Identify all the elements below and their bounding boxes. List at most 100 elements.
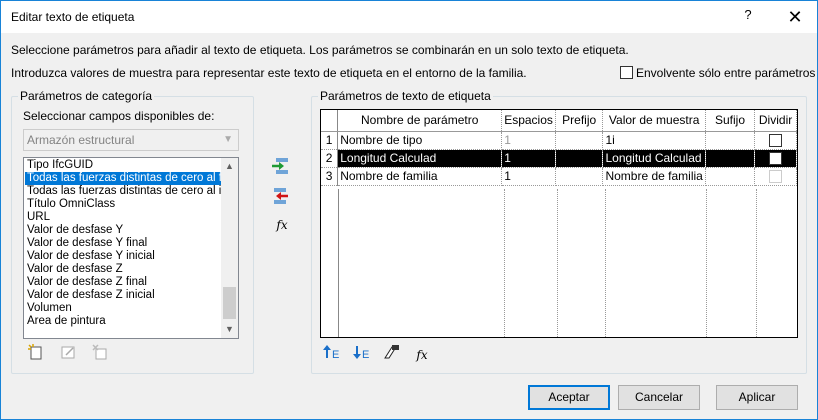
move-down-icon: E (353, 346, 369, 361)
column-header: Prefijo (555, 110, 604, 132)
list-item[interactable]: URL (25, 211, 222, 224)
split-cell[interactable] (754, 167, 797, 186)
table-header-row: Nombre de parámetro Espacios Prefijo Valor … (321, 110, 797, 132)
list-scrollbar[interactable]: ▲ ▼ (221, 158, 238, 338)
list-item[interactable]: Tipo IfcGUID (25, 159, 222, 172)
move-up-icon: E (323, 345, 339, 361)
list-item[interactable]: Área de pintura (25, 315, 222, 328)
list-item[interactable]: Título OmniClass (25, 198, 222, 211)
split-checkbox[interactable] (769, 152, 783, 166)
column-header: Nombre de parámetro (337, 110, 503, 132)
svg-text:E: E (362, 349, 369, 360)
fx-icon: fx (276, 218, 288, 232)
edit-parameter-button[interactable] (57, 344, 79, 366)
row-number[interactable]: 2 (321, 149, 339, 168)
scroll-up-icon[interactable]: ▲ (221, 158, 238, 175)
table-row[interactable]: 1 Nombre de tipo 1 1i (321, 131, 797, 150)
table-body: 1 Nombre de tipo 1 1i 2 Longitud Calculad 1 Lon… (321, 131, 797, 186)
spaces-cell[interactable]: 1 (501, 131, 556, 150)
move-up-button[interactable]: E (321, 344, 343, 366)
format-icon (384, 345, 399, 359)
list-item[interactable]: Volumen (25, 302, 222, 315)
label-parameters-table: Nombre de parámetro Espacios Prefijo Valor … (321, 110, 797, 186)
help-button[interactable]: ? (737, 7, 759, 27)
split-cell[interactable] (754, 149, 797, 168)
remove-arrow-icon (274, 188, 288, 204)
move-down-button[interactable]: E (351, 344, 373, 366)
sample-value-cell[interactable]: Nombre de familia (602, 167, 706, 186)
parameter-name-cell[interactable]: Longitud Calculad (337, 149, 503, 168)
fx-button[interactable]: fx (271, 214, 293, 236)
column-divider (557, 189, 558, 337)
instruction-line-1: Seleccione parámetros para añadir al tex… (11, 43, 629, 57)
wrap-checkbox[interactable] (620, 66, 633, 79)
prefix-cell[interactable] (555, 167, 604, 186)
apply-button[interactable]: Aplicar (716, 385, 798, 410)
add-parameter-button[interactable] (269, 156, 291, 178)
list-item[interactable]: Todas las fuerzas distintas de cero al f… (25, 172, 222, 185)
dialog-title: Editar texto de etiqueta (11, 10, 135, 24)
column-divider (338, 189, 339, 337)
chevron-down-icon: ▼ (223, 134, 233, 145)
category-parameters-legend: Parámetros de categoría (18, 89, 155, 103)
table-row[interactable]: 3 Nombre de familia 1 Nombre de familia (321, 167, 797, 186)
fx-edit-icon: fx (416, 348, 428, 362)
dialog-window: Editar texto de etiqueta ? ✕ Seleccione … (0, 0, 818, 420)
list-item[interactable]: Valor de desfase Z (25, 263, 222, 276)
split-checkbox[interactable] (769, 134, 783, 148)
split-checkbox[interactable] (769, 170, 783, 184)
column-header: Sufijo (705, 110, 756, 132)
label-parameters-legend: Parámetros de texto de etiqueta (318, 89, 493, 103)
spaces-cell[interactable]: 1 (501, 167, 556, 186)
new-parameter-button[interactable] (25, 344, 47, 366)
category-combo[interactable]: Armazón estructural ▼ (23, 129, 239, 151)
row-number[interactable]: 1 (321, 131, 339, 150)
split-cell[interactable] (754, 131, 797, 150)
column-header (321, 110, 339, 132)
column-divider (504, 189, 505, 337)
list-item[interactable]: Valor de desfase Z final (25, 276, 222, 289)
title-bar: Editar texto de etiqueta ? ✕ (1, 1, 817, 33)
scroll-thumb[interactable] (223, 287, 236, 319)
row-number[interactable]: 3 (321, 167, 339, 186)
list-item[interactable]: Todas las fuerzas distintas de cero al i… (25, 185, 222, 198)
ok-button[interactable]: Aceptar (528, 385, 610, 410)
prefix-cell[interactable] (555, 149, 604, 168)
category-parameter-list[interactable]: Tipo IfcGUID Todas las fuerzas distintas … (23, 157, 239, 339)
column-divider (756, 189, 757, 337)
table-row[interactable]: 2 Longitud Calculad 1 Longitud Calculad (321, 149, 797, 168)
suffix-cell[interactable] (705, 149, 756, 168)
cancel-button[interactable]: Cancelar (618, 385, 700, 410)
sample-value-cell[interactable]: Longitud Calculad (602, 149, 706, 168)
close-button[interactable]: ✕ (775, 4, 815, 30)
column-header: Dividir (754, 110, 797, 132)
prefix-cell[interactable] (555, 131, 604, 150)
wrap-checkbox-label[interactable]: Envolvente sólo entre parámetros (636, 66, 815, 80)
svg-text:E: E (332, 349, 339, 360)
column-divider (706, 189, 707, 337)
parameter-name-cell[interactable]: Nombre de familia (337, 167, 503, 186)
add-arrow-icon (272, 158, 288, 174)
list-item[interactable]: Valor de desfase Y (25, 224, 222, 237)
sample-value-cell[interactable]: 1i (602, 131, 706, 150)
delete-parameter-button[interactable] (89, 344, 111, 366)
edit-parameter-icon (61, 346, 75, 359)
category-items: Tipo IfcGUID Todas las fuerzas distintas … (25, 159, 222, 328)
spaces-cell[interactable]: 1 (501, 149, 556, 168)
category-combo-value: Armazón estructural (27, 133, 135, 147)
new-parameter-icon (28, 344, 42, 360)
remove-parameter-button[interactable] (269, 186, 291, 208)
column-header: Valor de muestra (602, 110, 706, 132)
suffix-cell[interactable] (705, 167, 756, 186)
instruction-line-2: Introduzca valores de muestra para repre… (11, 66, 527, 80)
scroll-down-icon[interactable]: ▼ (221, 321, 238, 338)
parameter-name-cell[interactable]: Nombre de tipo (337, 131, 503, 150)
list-item[interactable]: Valor de desfase Y inicial (25, 250, 222, 263)
list-item[interactable]: Valor de desfase Y final (25, 237, 222, 250)
suffix-cell[interactable] (705, 131, 756, 150)
list-item[interactable]: Valor de desfase Z inicial (25, 289, 222, 302)
label-parameters-grid[interactable]: Nombre de parámetro Espacios Prefijo Valor … (320, 109, 798, 338)
edit-formula-button[interactable]: fx (411, 344, 433, 366)
edit-format-button[interactable] (381, 344, 403, 366)
column-header: Espacios (501, 110, 556, 132)
